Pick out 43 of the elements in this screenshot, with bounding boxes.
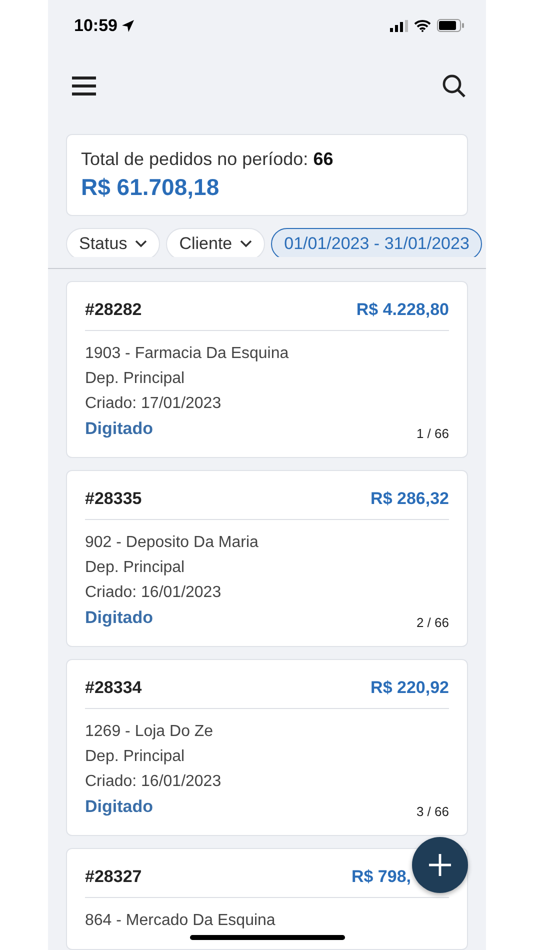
filter-chip[interactable]: Status (66, 228, 160, 258)
customer-name: 1903 - Farmacia Da Esquina (85, 344, 290, 364)
order-status: Digitado (85, 796, 153, 818)
order-card[interactable]: #28335 R$ 286,32 902 - Deposito Da Maria Dep. Principal Criado: 16/01/2023 Digitado 2 / 66 (66, 470, 468, 647)
customer-name: 864 - Mercado Da Esquina (85, 911, 276, 931)
plus-icon (429, 854, 451, 876)
created-date: Criado: 16/01/2023 (85, 772, 222, 792)
signal-icon (390, 20, 408, 32)
customer-name: 1269 - Loja Do Ze (85, 722, 214, 742)
created-date: Criado: 17/01/2023 (85, 394, 222, 414)
order-card[interactable]: #28334 R$ 220,92 1269 - Loja Do Ze Dep. Principal Criado: 16/01/2023 Digitado 3 / 66 (66, 659, 468, 836)
clock-time: 10:59 (74, 16, 118, 36)
order-position: 1 / 66 (416, 426, 449, 441)
order-position: 3 / 66 (416, 804, 449, 819)
date-range-chip[interactable]: 01/01/2023 - 31/01/2023 (271, 228, 482, 258)
order-card[interactable]: #28327 R$ 798, 864 - Mercado Da Esquina (66, 848, 468, 950)
order-amount: R$ 4.228,80 (356, 300, 449, 320)
wifi-icon (414, 20, 431, 32)
order-count-text: Total de pedidos no período: 66 (81, 148, 334, 170)
total-amount: R$ 61.708,18 (81, 174, 220, 201)
chevron-down-icon (240, 240, 252, 248)
battery-icon (437, 19, 464, 32)
order-number: #28335 (85, 489, 142, 509)
created-date: Criado: 16/01/2023 (85, 583, 222, 603)
warehouse-name: Dep. Principal (85, 369, 186, 389)
order-card[interactable]: #28282 R$ 4.228,80 1903 - Farmacia Da Esquina Dep. Principal Criado: 17/01/2023 Digitado 1 / 66 (66, 281, 468, 458)
filter-chip[interactable]: Cliente (166, 228, 266, 258)
order-number: #28334 (85, 678, 142, 698)
warehouse-name: Dep. Principal (85, 747, 186, 767)
order-number: #28282 (85, 300, 142, 320)
order-amount: R$ 286,32 (370, 489, 449, 509)
order-status: Digitado (85, 607, 153, 629)
customer-name: 902 - Deposito Da Maria (85, 533, 260, 553)
order-amount: R$ 798, (351, 867, 411, 887)
search-icon (442, 74, 466, 98)
warehouse-name: Dep. Principal (85, 558, 186, 578)
order-number: #28327 (85, 867, 142, 887)
order-position: 2 / 66 (416, 615, 449, 630)
order-status: Digitado (85, 418, 153, 440)
order-amount: R$ 220,92 (370, 678, 449, 698)
location-arrow-icon (121, 18, 136, 33)
menu-icon (72, 76, 96, 96)
chevron-down-icon (135, 240, 148, 248)
